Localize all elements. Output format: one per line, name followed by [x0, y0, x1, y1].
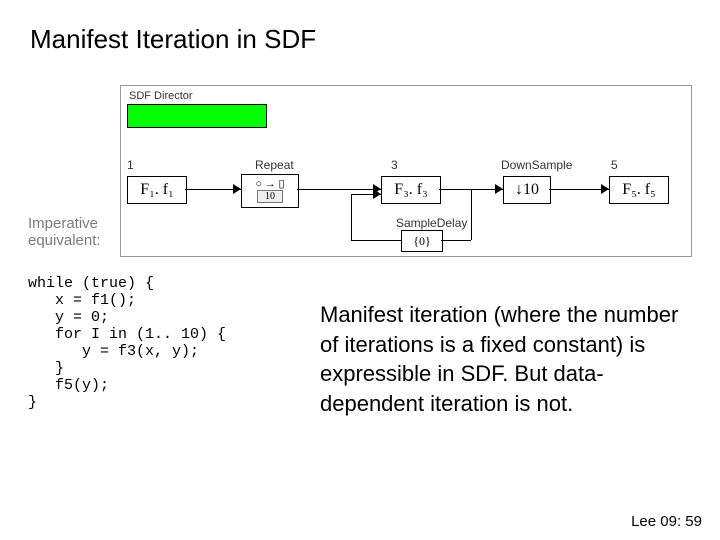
label-sampledelay: SampleDelay: [396, 216, 467, 230]
slide-footer: Lee 09: 59: [631, 513, 702, 530]
wire: [351, 194, 352, 240]
body-text: Manifest iteration (where the number of …: [320, 300, 690, 419]
page-title: Manifest Iteration in SDF: [0, 0, 720, 55]
label-downsample: DownSample: [501, 158, 572, 172]
wire: [351, 240, 401, 241]
block-repeat: ○ → ▯ 10: [241, 174, 299, 208]
arrow-icon: [495, 184, 503, 194]
label-1: 1: [127, 158, 134, 172]
wire: [441, 240, 471, 241]
arrow-icon: [233, 184, 241, 194]
wire: [297, 189, 381, 190]
block-f3: F₃. f₃: [381, 176, 441, 204]
block-sampledelay: {0}: [401, 230, 443, 252]
repeat-badge: 10: [257, 190, 283, 203]
arrow-icon: [373, 189, 381, 199]
director-block: SDF Director: [127, 90, 267, 128]
code-block: while (true) { x = f1(); y = 0; for I in…: [28, 275, 226, 411]
label-5: 5: [611, 158, 618, 172]
label-3: 3: [391, 158, 398, 172]
arrow-icon: [601, 184, 609, 194]
wire: [471, 189, 472, 240]
block-f1: F₁. f₁: [127, 176, 187, 204]
imperative-label: Imperative equivalent:: [28, 215, 101, 249]
label-repeat: Repeat: [255, 158, 294, 172]
block-downsample: ↓10: [503, 176, 551, 204]
director-label: SDF Director: [127, 90, 267, 102]
block-f5: F₅. f₅: [609, 176, 669, 204]
wire: [549, 189, 609, 190]
director-box: [127, 104, 267, 128]
sdf-diagram: SDF Director 1 Repeat 3 DownSample 5 Sam…: [120, 85, 692, 257]
repeat-icon: ○ → ▯: [242, 177, 298, 190]
